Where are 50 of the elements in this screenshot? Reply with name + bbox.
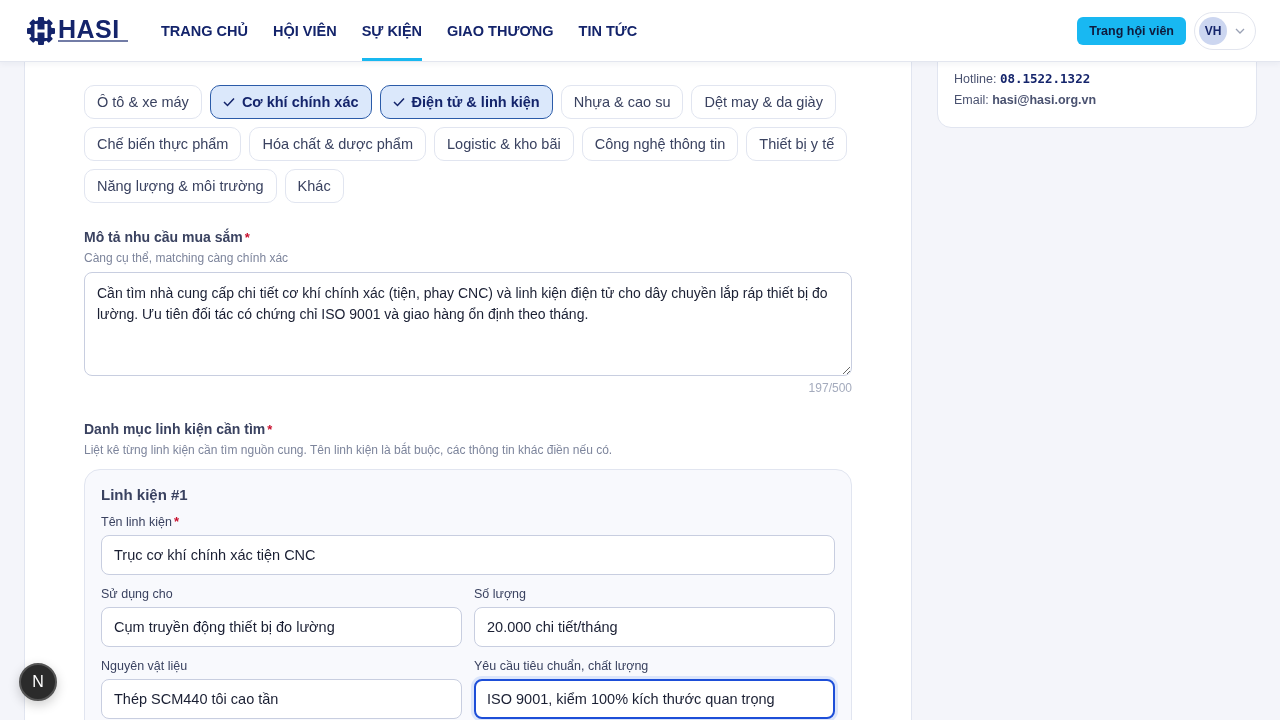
email-label: Email: — [954, 93, 989, 107]
field-label: Tên linh kiện — [101, 515, 172, 529]
industry-chip[interactable]: Ô tô & xe máy — [84, 85, 202, 119]
logo-wordmark: HASI — [58, 18, 121, 40]
field-label: Yêu cầu tiêu chuẩn, chất lượng — [474, 659, 649, 673]
industry-chip[interactable]: Thiết bị y tế — [746, 127, 848, 161]
industry-chip[interactable]: Dệt may & da giày — [691, 85, 836, 119]
field-label: Nguyên vật liệu — [101, 659, 188, 673]
text-input[interactable]: Thép SCM440 tôi cao tần — [101, 679, 462, 719]
field-hint: Liệt kê từng linh kiện cần tìm nguồn cung. Tên linh kiện là bắt buộc, các thông tin khác điền nếu có. — [84, 443, 614, 457]
required-mark: * — [267, 422, 273, 437]
account-menu[interactable]: VH — [1194, 11, 1256, 50]
industry-chip[interactable]: Nhựa & cao su — [560, 85, 684, 119]
gear-logo-icon — [26, 15, 56, 46]
required-mark: * — [244, 230, 250, 245]
nav-link[interactable]: TIN TỨC — [578, 0, 638, 61]
industry-chip[interactable]: Logistic & kho bãi — [434, 127, 574, 161]
chevron-down-icon — [1235, 27, 1245, 34]
hotline-label: Hotline: — [954, 72, 997, 86]
field-label: Sử dụng cho — [101, 587, 173, 601]
check-icon — [392, 97, 405, 107]
email-address: hasi@hasi.org.vn — [992, 93, 1097, 107]
character-counter: 197/500 — [808, 381, 852, 395]
logo-tagline-line — [58, 40, 128, 43]
field-label: Số lượng — [474, 587, 526, 601]
nav-link[interactable]: GIAO THƯƠNG — [447, 0, 554, 61]
check-icon — [222, 97, 235, 107]
industry-chip[interactable]: Hóa chất & dược phẩm — [249, 127, 426, 161]
industry-chip[interactable]: Cơ khí chính xác — [209, 85, 372, 119]
industry-chip[interactable]: Chế biến thực phẩm — [84, 127, 242, 161]
field-label: Mô tả nhu cầu mua sắm — [84, 229, 243, 245]
required-mark: * — [173, 514, 179, 529]
industry-chip[interactable]: Công nghệ thông tin — [581, 127, 739, 161]
industry-chip[interactable]: Khác — [284, 169, 344, 203]
component-title: Linh kiện #1 — [101, 486, 188, 503]
dev-tools-button[interactable]: N — [19, 663, 57, 701]
text-input[interactable]: ISO 9001, kiểm 100% kích thước quan trọng — [474, 679, 835, 719]
member-page-button[interactable]: Trang hội viên — [1077, 16, 1186, 45]
text-input[interactable]: Cụm truyền động thiết bị đo lường — [101, 607, 462, 647]
hotline-number: 08.1522.1322 — [999, 71, 1091, 86]
industry-chip[interactable]: Điện tử & linh kiện — [379, 85, 553, 119]
field-label: Danh mục linh kiện cần tìm — [84, 421, 266, 437]
text-input[interactable]: 20.000 chi tiết/tháng — [474, 607, 835, 647]
nav-link[interactable]: TRANG CHỦ — [161, 0, 248, 61]
industry-chip[interactable]: Năng lượng & môi trường — [84, 169, 277, 203]
description-textarea[interactable]: Cần tìm nhà cung cấp chi tiết cơ khí chính xác (tiện, phay CNC) và linh kiện điện tử cho dây chuyền lắp ráp thiết bị đo lường. Ưu tiên đối tác có chứng chỉ ISO 9001 và giao hàng ổn định theo tháng. — [84, 272, 852, 376]
nav-link[interactable]: HỘI VIÊN — [273, 0, 337, 61]
field-hint: Càng cụ thể, matching càng chính xác — [84, 251, 290, 265]
avatar: VH — [1199, 16, 1227, 45]
text-input[interactable]: Trục cơ khí chính xác tiện CNC — [101, 535, 835, 575]
